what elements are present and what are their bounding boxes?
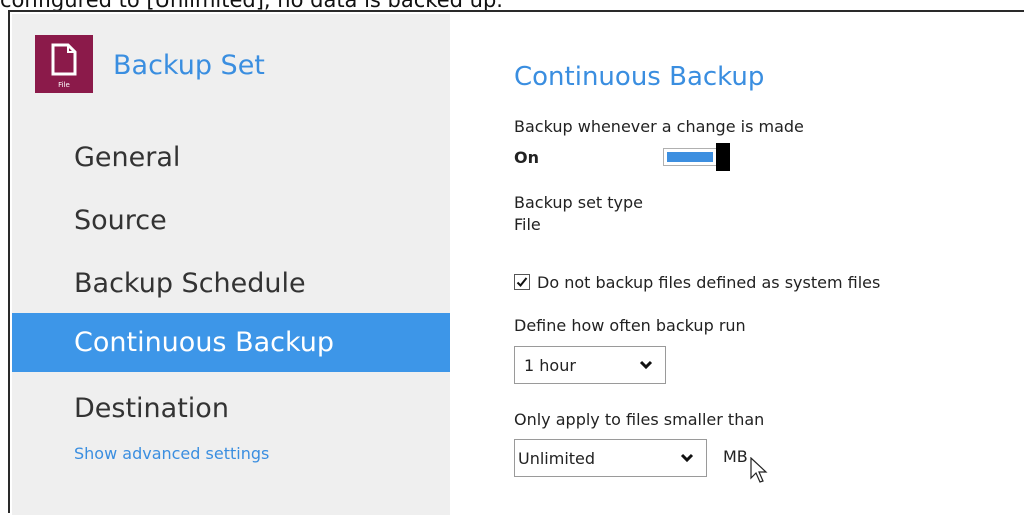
sidebar-item-destination[interactable]: Destination: [12, 379, 450, 438]
app-icon-caption: File: [58, 81, 70, 89]
chevron-down-icon: [680, 453, 694, 463]
toggle-fill: [667, 152, 713, 162]
app-title: Backup Set: [113, 50, 265, 81]
backup-set-window: File Backup Set General Source Backup Sc…: [8, 10, 1024, 515]
frequency-selected-value: 1 hour: [524, 356, 576, 375]
main-panel: Continuous Backup Backup whenever a chan…: [450, 14, 1024, 515]
frequency-select[interactable]: 1 hour: [514, 346, 666, 384]
skip-system-files-label: Do not backup files defined as system fi…: [537, 272, 881, 292]
backup-set-type-value: File: [514, 215, 541, 234]
frequency-label: Define how often backup run: [514, 316, 746, 335]
size-limit-selected-value: Unlimited: [518, 449, 596, 468]
backup-on-change-label: Backup whenever a change is made: [514, 117, 804, 136]
sidebar-item-source[interactable]: Source: [12, 191, 450, 250]
sidebar-item-general[interactable]: General: [12, 128, 450, 187]
size-limit-unit: MB: [723, 447, 748, 466]
size-limit-label: Only apply to files smaller than: [514, 410, 765, 429]
skip-system-files-checkbox[interactable]: [514, 274, 530, 290]
file-app-icon: File: [35, 35, 93, 93]
sidebar: File Backup Set General Source Backup Sc…: [12, 14, 450, 515]
backup-on-change-state: On: [514, 148, 539, 167]
backup-on-change-toggle[interactable]: [663, 143, 731, 171]
mouse-pointer-icon: [750, 457, 768, 483]
size-limit-select[interactable]: Unlimited: [514, 439, 707, 477]
backup-set-type-label: Backup set type: [514, 193, 644, 212]
sidebar-item-backup-schedule[interactable]: Backup Schedule: [12, 254, 450, 313]
caption-text: configured to [Unlimited], no data is ba…: [0, 0, 1024, 10]
toggle-knob[interactable]: [716, 143, 730, 171]
skip-system-files-row[interactable]: Do not backup files defined as system fi…: [514, 271, 880, 293]
file-icon: [51, 43, 77, 76]
page-title: Continuous Backup: [514, 62, 765, 92]
checkmark-icon: [516, 277, 528, 287]
show-advanced-settings-link[interactable]: Show advanced settings: [74, 444, 269, 463]
chevron-down-icon: [639, 360, 653, 370]
sidebar-item-continuous-backup[interactable]: Continuous Backup: [12, 313, 450, 372]
